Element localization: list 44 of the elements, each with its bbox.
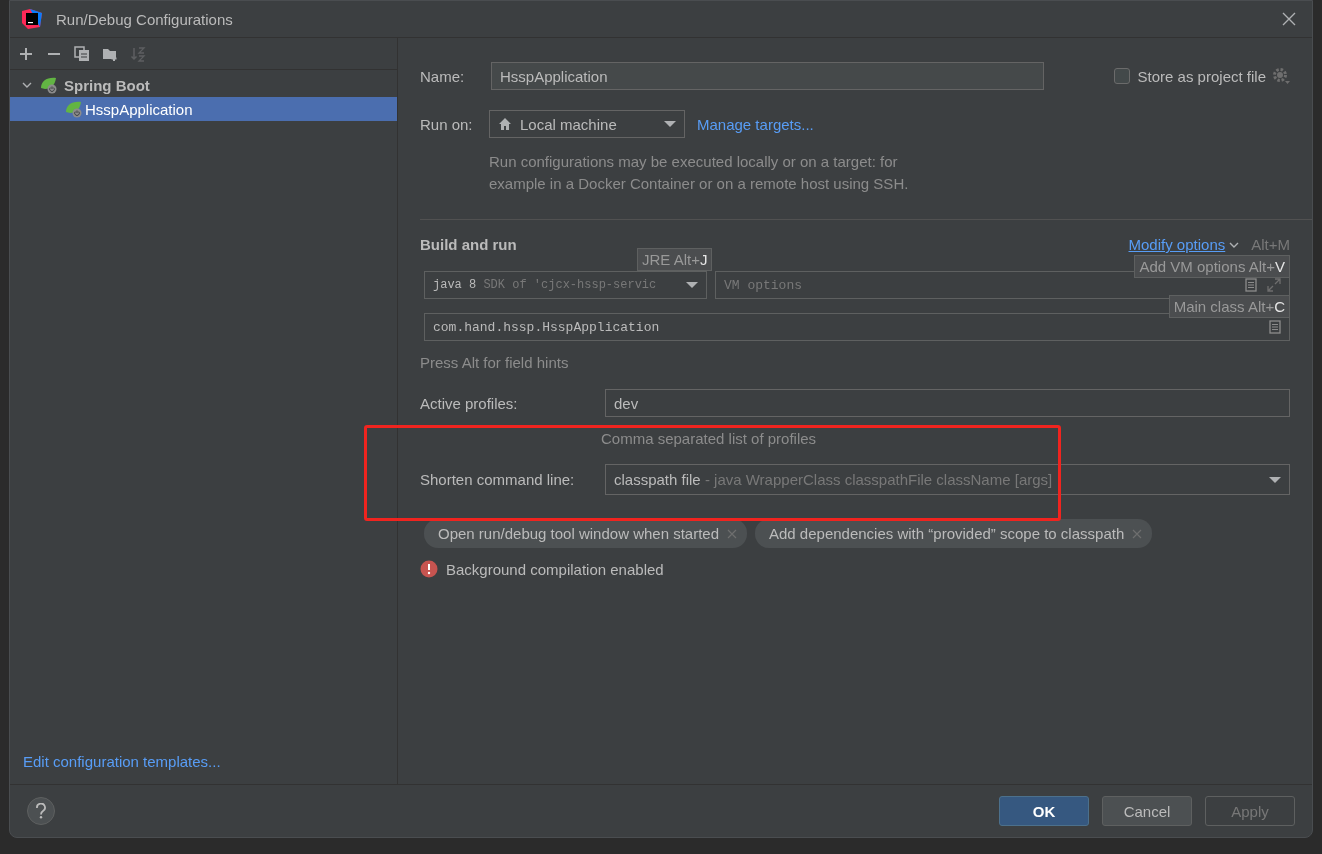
main-class-field[interactable]: com.hand.hssp.HsspApplication bbox=[424, 313, 1290, 341]
shortcut-tooltip: Add VM options Alt+V bbox=[1134, 255, 1290, 278]
add-icon[interactable] bbox=[18, 45, 34, 62]
app-logo-icon bbox=[22, 9, 42, 29]
expand-icon[interactable] bbox=[1267, 278, 1281, 292]
dialog-button[interactable]: Cancel bbox=[1102, 796, 1192, 826]
tree-item[interactable]: HsspApplication bbox=[10, 97, 397, 121]
run-on-label: Run on: bbox=[420, 115, 474, 133]
warning-text: Background compilation enabled bbox=[446, 560, 664, 578]
shortcut-label: Alt+M bbox=[1251, 236, 1290, 253]
profiles-hint: Comma separated list of profiles bbox=[601, 430, 818, 447]
document-icon[interactable] bbox=[1245, 278, 1257, 292]
checkbox[interactable] bbox=[1113, 68, 1130, 84]
caret-icon bbox=[664, 120, 676, 128]
shorten-command-line-dropdown[interactable]: classpath file - java WrapperClass classpathFile className [args] bbox=[605, 464, 1290, 495]
name-field[interactable]: HsspApplication bbox=[491, 62, 1044, 90]
active-profiles-field[interactable]: dev bbox=[605, 389, 1290, 417]
copy-icon[interactable] bbox=[74, 45, 90, 62]
shorten-command-line-label: Shorten command line: bbox=[420, 471, 576, 488]
field-hints-text: Press Alt for field hints bbox=[420, 354, 570, 371]
modify-options-link[interactable]: Modify options bbox=[1128, 236, 1226, 253]
section-title: Build and run bbox=[420, 236, 517, 253]
tree-item[interactable]: Spring Boot bbox=[10, 73, 397, 97]
shortcut-tooltip: Main class Alt+C bbox=[1168, 295, 1290, 318]
gear-icon[interactable] bbox=[1272, 67, 1290, 85]
checkbox-label[interactable]: Store as project file bbox=[1137, 67, 1266, 85]
jre-dropdown[interactable]: java 8 SDK of 'cjcx-hssp-servic bbox=[424, 271, 707, 299]
templates-link[interactable]: Edit configuration templates... bbox=[10, 753, 221, 784]
window-title: Run/Debug Configurations bbox=[56, 10, 234, 28]
run-on-hint: Run configurations may be executed locally or on a target: for example in a Docker Container or on a remote host using SSH. bbox=[489, 152, 910, 194]
caret-icon bbox=[686, 281, 698, 289]
document-icon[interactable] bbox=[1269, 320, 1281, 334]
dialog-button[interactable]: OK bbox=[999, 796, 1089, 826]
name-label: Name: bbox=[420, 67, 466, 85]
option-chip[interactable]: Add dependencies with “provided” scope to classpath bbox=[755, 519, 1153, 548]
home-icon bbox=[498, 117, 512, 131]
active-profiles-label: Active profiles: bbox=[420, 394, 519, 412]
caret-icon bbox=[1269, 475, 1281, 484]
shortcut-tooltip: JRE Alt+J bbox=[637, 248, 713, 271]
help-icon[interactable] bbox=[27, 797, 55, 825]
error-icon bbox=[420, 560, 438, 578]
run-on-dropdown[interactable]: Local machine bbox=[489, 110, 685, 138]
option-chip[interactable]: Open run/debug tool window when started bbox=[424, 519, 747, 548]
manage-targets-link[interactable]: Manage targets... bbox=[697, 115, 814, 133]
